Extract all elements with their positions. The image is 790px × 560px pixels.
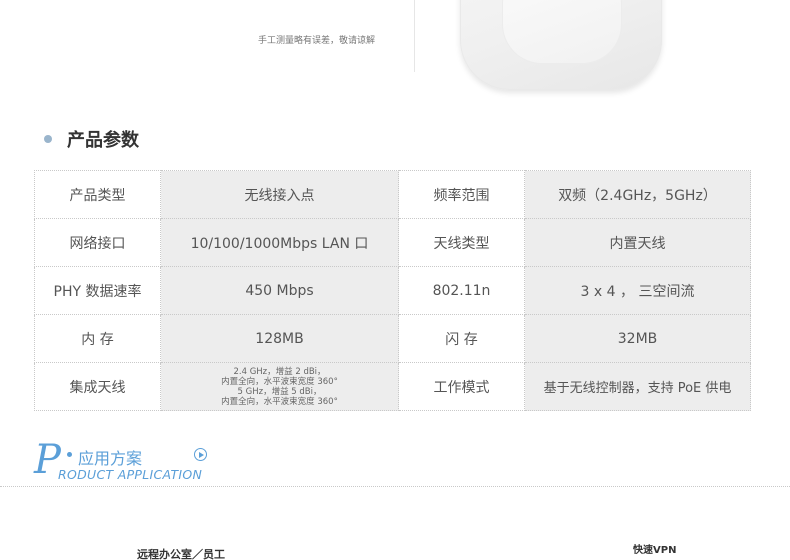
application-heading: P 应用方案 RODUCT APPLICATION	[34, 438, 294, 486]
table-row: 集成天线 2.4 GHz，增益 2 dBi， 内置全向，水平波束宽度 360° …	[34, 362, 751, 411]
access-point-panel	[502, 0, 622, 64]
spec-label: 内 存	[34, 314, 161, 363]
section-heading: 产品参数	[44, 126, 139, 152]
spec-value: 450 Mbps	[160, 266, 399, 315]
access-point-image	[460, 0, 662, 90]
spec-value: 双频（2.4GHz，5GHz）	[524, 170, 751, 219]
spec-value: 3 x 4 ， 三空间流	[524, 266, 751, 315]
table-row: 网络接口 10/100/1000Mbps LAN 口 天线类型 内置天线	[34, 218, 751, 267]
scene-label-fast-vpn: 快速VPN	[633, 545, 677, 556]
antenna-line: 2.4 GHz，增益 2 dBi，	[233, 366, 326, 377]
table-row: 内 存 128MB 闪 存 32MB	[34, 314, 751, 363]
application-letter: P	[34, 437, 61, 483]
spec-value: 内置天线	[524, 218, 751, 267]
spec-label: 产品类型	[34, 170, 161, 219]
spec-label: PHY 数据速率	[34, 266, 161, 315]
spec-label: 工作模式	[398, 362, 525, 411]
spec-label: 闪 存	[398, 314, 525, 363]
table-row: 产品类型 无线接入点 频率范围 双频（2.4GHz，5GHz）	[34, 170, 751, 219]
separator-line	[414, 0, 415, 72]
spec-value: 基于无线控制器，支持 PoE 供电	[524, 362, 751, 411]
bullet-dot-icon	[67, 452, 72, 457]
spec-label: 网络接口	[34, 218, 161, 267]
spec-table: 产品类型 无线接入点 频率范围 双频（2.4GHz，5GHz） 网络接口 10/…	[34, 170, 751, 411]
spec-label: 802.11n	[398, 266, 525, 315]
application-subtitle: RODUCT APPLICATION	[58, 467, 203, 482]
section-divider	[0, 486, 790, 487]
spec-label: 集成天线	[34, 362, 161, 411]
spec-value: 32MB	[524, 314, 751, 363]
antenna-line: 内置全向，水平波束宽度 360°	[221, 396, 338, 407]
spec-label: 频率范围	[398, 170, 525, 219]
spec-value-antenna: 2.4 GHz，增益 2 dBi， 内置全向，水平波束宽度 360° 5 GHz…	[160, 362, 399, 411]
spec-value: 128MB	[160, 314, 399, 363]
antenna-line: 内置全向，水平波束宽度 360°	[221, 376, 338, 387]
scene-label-remote-office: 远程办公室／员工	[137, 548, 225, 560]
section-title: 产品参数	[67, 130, 139, 151]
application-title: 应用方案	[78, 449, 143, 468]
spec-label: 天线类型	[398, 218, 525, 267]
table-row: PHY 数据速率 450 Mbps 802.11n 3 x 4 ， 三空间流	[34, 266, 751, 315]
antenna-line: 5 GHz，增益 5 dBi，	[237, 386, 322, 397]
measurement-note: 手工测量略有误差，敬请谅解	[258, 36, 376, 46]
play-circle-icon[interactable]	[194, 448, 207, 461]
spec-value: 无线接入点	[160, 170, 399, 219]
spec-value: 10/100/1000Mbps LAN 口	[160, 218, 399, 267]
bullet-dot-icon	[44, 135, 52, 143]
